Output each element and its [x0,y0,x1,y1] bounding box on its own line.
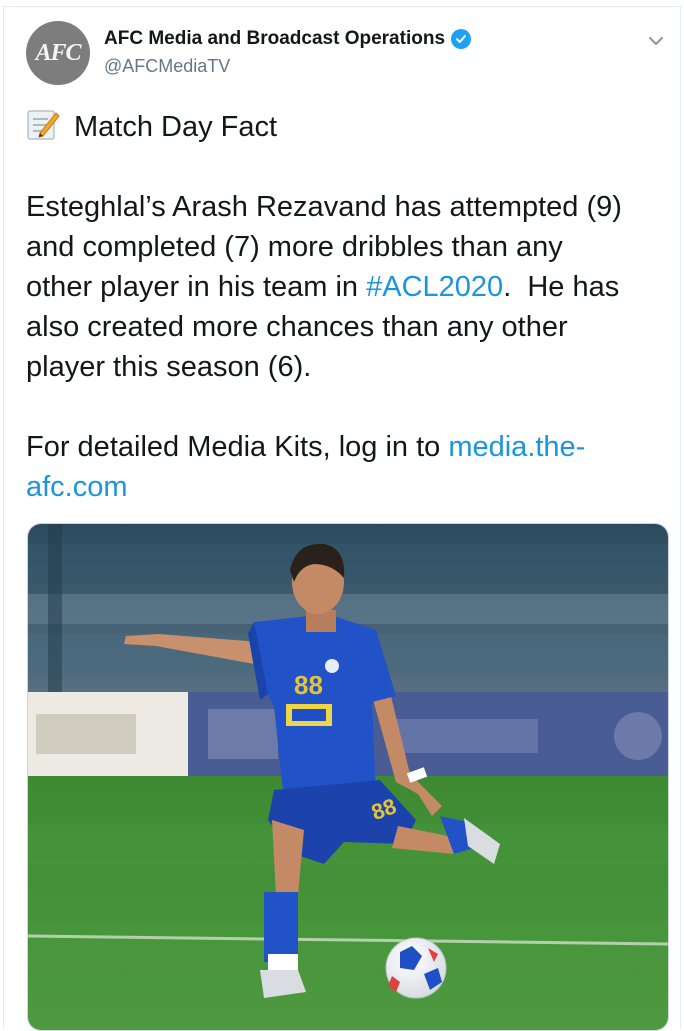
media-kit-prefix: For detailed Media Kits, log in to [26,431,449,463]
display-name[interactable]: AFC Media and Broadcast Operations [104,28,445,50]
body-line-1: Esteghlal’s Arash Rezavand has attempted… [26,191,622,223]
verified-badge-icon [451,29,472,49]
tweet-photo[interactable]: 88 88 [27,523,669,1031]
media-kit-line-2: afc.com [26,467,666,507]
tweet-card[interactable]: AFC AFC Media and Broadcast Operations @… [3,6,681,1031]
media-link-part2[interactable]: afc.com [26,471,128,503]
avatar-logo-text: AFC [35,39,81,66]
body-line-3: other player in his team in #ACL2020. He… [26,267,666,307]
heading-line: Match Day Fact [26,107,666,147]
match-day-heading: Match Day Fact [74,111,278,143]
body-line-2: and completed (7) more dribbles than any [26,231,563,263]
player-photo: 88 88 [28,524,668,1030]
author-info[interactable]: AFC Media and Broadcast Operations @AFCM… [104,28,472,77]
media-kit-line: For detailed Media Kits, log in to media… [26,427,666,467]
body-line-3-suffix: . He has [503,271,620,303]
body-line-3-prefix: other player in his team in [26,271,367,303]
media-link-part1[interactable]: media.the- [448,431,585,463]
tweet-text: Match Day Fact Esteghlal’s Arash Rezavan… [26,107,666,507]
body-line-5: player this season (6). [26,351,312,383]
avatar[interactable]: AFC [26,21,90,85]
memo-emoji-icon [27,110,60,140]
jersey-number: 88 [294,670,323,700]
hashtag-link[interactable]: #ACL2020 [366,271,503,303]
chevron-down-icon[interactable] [646,31,666,51]
body-line-4: also created more chances than any other [26,311,568,343]
user-handle[interactable]: @AFCMediaTV [104,56,471,77]
tweet-header: AFC AFC Media and Broadcast Operations @… [4,7,680,97]
